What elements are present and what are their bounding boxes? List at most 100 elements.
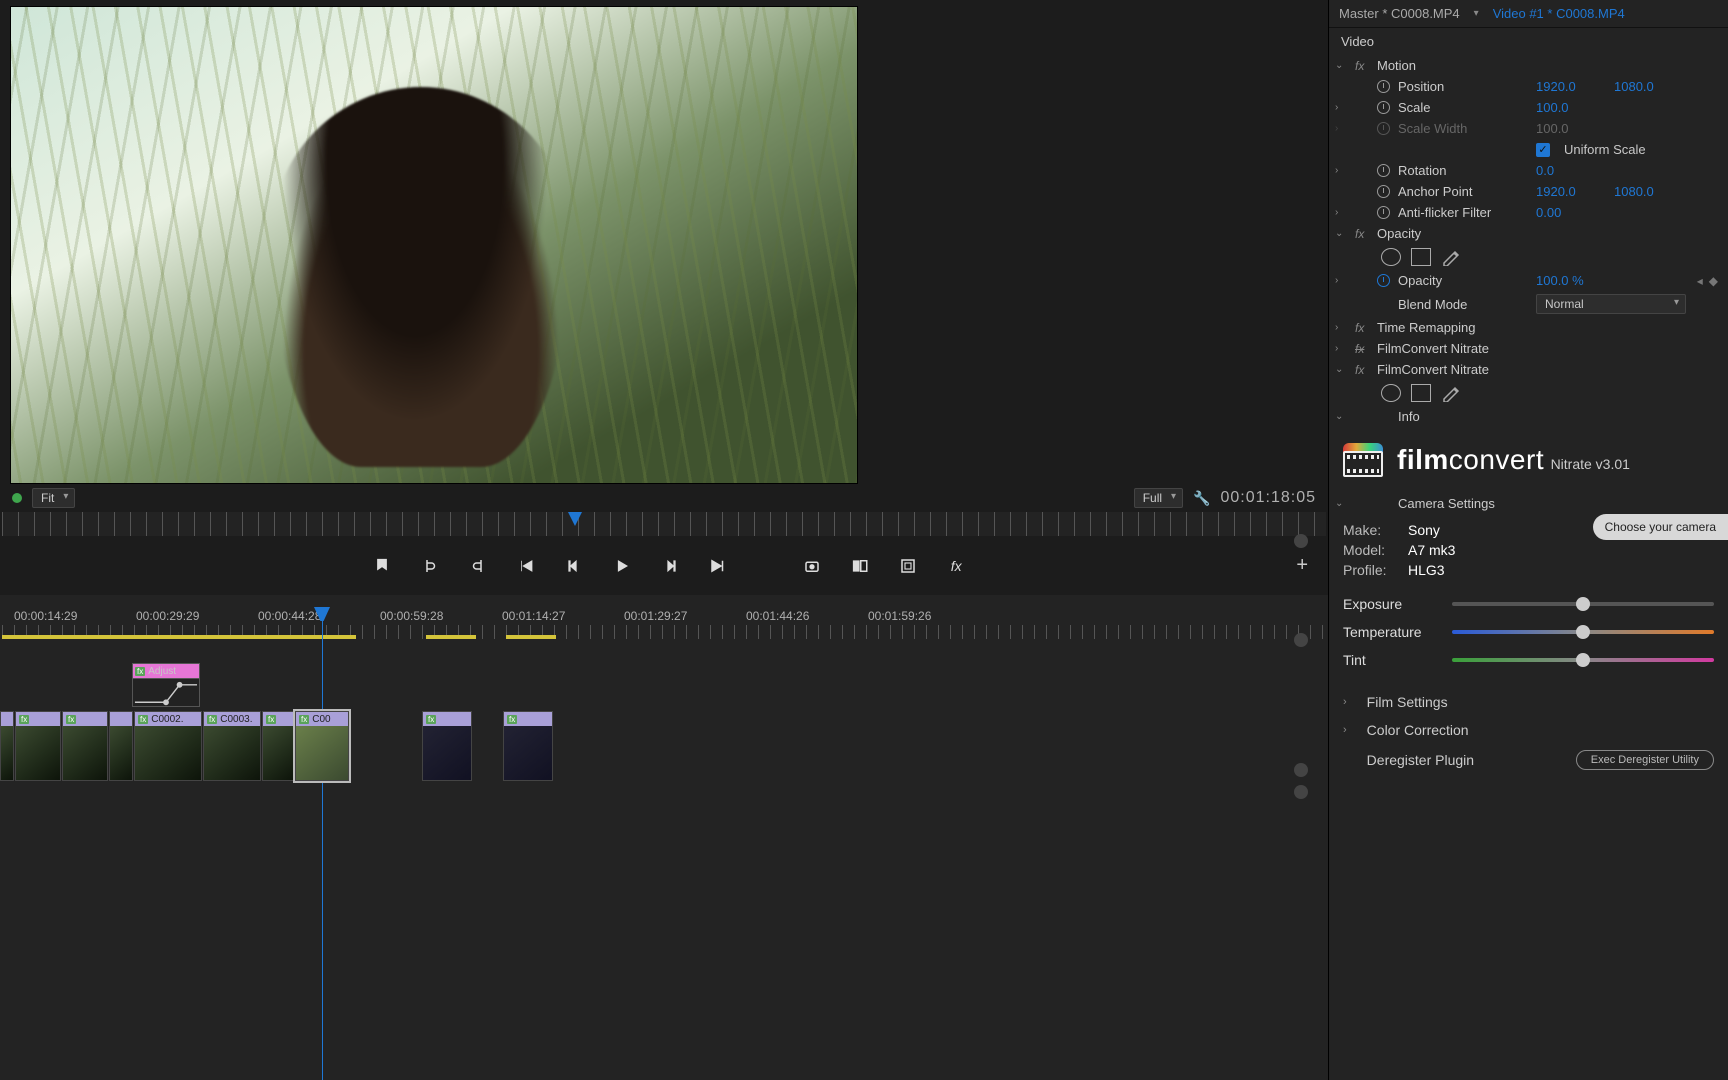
deregister-button[interactable]: Exec Deregister Utility	[1576, 750, 1714, 770]
pen-mask-button[interactable]	[1441, 384, 1461, 402]
keyframe-toggle[interactable]	[1377, 185, 1390, 198]
slider-thumb[interactable]	[1576, 653, 1590, 667]
value-scale[interactable]: 100.0	[1536, 100, 1596, 115]
effect-controls-panel[interactable]: Master * C0008.MP4 ▾ Video #1 * C0008.MP…	[1328, 0, 1728, 1080]
scroll-handle[interactable]	[1294, 534, 1308, 548]
fx-button[interactable]: fx	[945, 555, 967, 577]
step-back-button[interactable]	[563, 555, 585, 577]
zoom-dropdown[interactable]: Fit	[32, 488, 75, 508]
keyframe-toggle[interactable]	[1377, 164, 1390, 177]
safe-margins-button[interactable]	[897, 555, 919, 577]
value-opacity[interactable]: 100.0 %	[1536, 273, 1596, 288]
workarea-seg[interactable]	[2, 635, 356, 639]
twirl-icon[interactable]: ⌄	[1335, 411, 1347, 422]
effect-time-remapping[interactable]: Time Remapping	[1377, 320, 1718, 335]
fx-icon[interactable]: fx	[1355, 227, 1369, 241]
clip-opacity-curve[interactable]	[133, 678, 199, 708]
video-clip[interactable]: fx	[422, 711, 472, 781]
timeline-panel[interactable]: 00:00:14:29 00:00:29:29 00:00:44:28 00:0…	[0, 595, 1328, 1080]
tab-clip[interactable]: Video #1 * C0008.MP4	[1493, 6, 1625, 21]
workarea-seg[interactable]	[506, 635, 556, 639]
keyframe-toggle-active[interactable]	[1377, 274, 1390, 287]
uniform-scale-checkbox[interactable]: ✓	[1536, 143, 1550, 157]
fx-icon[interactable]: fx	[1355, 59, 1369, 73]
video-clip[interactable]: fxC0002.	[134, 711, 202, 781]
fx-icon[interactable]: fx	[1355, 363, 1369, 377]
go-to-in-button[interactable]	[515, 555, 537, 577]
export-frame-button[interactable]	[801, 555, 823, 577]
effect-filmconvert-b[interactable]: FilmConvert Nitrate	[1377, 362, 1718, 377]
twirl-icon[interactable]: ⌄	[1335, 228, 1347, 239]
tint-slider[interactable]	[1452, 658, 1714, 662]
video-clip[interactable]: fx	[262, 711, 294, 781]
adjustment-layer-clip[interactable]: fxAdjust	[132, 663, 200, 707]
resolution-dropdown[interactable]: Full	[1134, 488, 1183, 508]
mark-out-button[interactable]	[467, 555, 489, 577]
value-rotation[interactable]: 0.0	[1536, 163, 1596, 178]
section-camera-settings[interactable]: Camera Settings	[1398, 496, 1718, 511]
program-monitor[interactable]	[10, 6, 858, 484]
slider-thumb[interactable]	[1576, 625, 1590, 639]
twirl-icon[interactable]: ›	[1335, 322, 1347, 333]
value-anchor-x[interactable]: 1920.0	[1536, 184, 1596, 199]
exposure-slider[interactable]	[1452, 602, 1714, 606]
twirl-icon[interactable]: ›	[1343, 696, 1347, 708]
time-ruler[interactable]: 00:00:14:29 00:00:29:29 00:00:44:28 00:0…	[2, 609, 1326, 639]
fx-icon[interactable]: fx	[1355, 321, 1369, 335]
value-antiflicker[interactable]: 0.00	[1536, 205, 1596, 220]
track-scroll-handle[interactable]	[1294, 785, 1308, 799]
value-anchor-y[interactable]: 1080.0	[1614, 184, 1654, 199]
video-clip[interactable]: fx	[503, 711, 553, 781]
button-editor-button[interactable]: +	[1296, 554, 1308, 577]
play-button[interactable]	[611, 555, 633, 577]
twirl-icon[interactable]: ›	[1335, 165, 1347, 176]
step-forward-button[interactable]	[659, 555, 681, 577]
program-timecode[interactable]: 00:01:18:05	[1220, 489, 1316, 507]
twirl-icon[interactable]: ⌄	[1335, 364, 1347, 375]
track-scroll-handle[interactable]	[1294, 763, 1308, 777]
video-track[interactable]: fx fx fxC0002. fxC0003. fx fxC00 fx fx	[0, 711, 554, 781]
twirl-icon[interactable]: ›	[1335, 102, 1347, 113]
twirl-icon[interactable]: ›	[1335, 207, 1347, 218]
blend-mode-dropdown[interactable]: Normal	[1536, 294, 1686, 314]
ellipse-mask-button[interactable]	[1381, 248, 1401, 266]
comparison-view-button[interactable]	[849, 555, 871, 577]
video-clip[interactable]	[0, 711, 14, 781]
rect-mask-button[interactable]	[1411, 384, 1431, 402]
settings-icon[interactable]: 🔧	[1193, 490, 1210, 507]
video-clip[interactable]: fx	[62, 711, 108, 781]
slider-thumb[interactable]	[1576, 597, 1590, 611]
choose-camera-button[interactable]: Choose your camera	[1593, 514, 1728, 540]
mark-in-button[interactable]	[419, 555, 441, 577]
fx-bypass-icon[interactable]: fx	[1355, 342, 1369, 356]
go-to-out-button[interactable]	[707, 555, 729, 577]
twirl-icon[interactable]: ›	[1343, 724, 1347, 736]
track-scroll-handle[interactable]	[1294, 633, 1308, 647]
value-position-y[interactable]: 1080.0	[1614, 79, 1654, 94]
value-position-x[interactable]: 1920.0	[1536, 79, 1596, 94]
video-clip[interactable]: fx	[15, 711, 61, 781]
workarea-seg[interactable]	[426, 635, 476, 639]
effect-filmconvert-a[interactable]: FilmConvert Nitrate	[1377, 341, 1718, 356]
rect-mask-button[interactable]	[1411, 248, 1431, 266]
twirl-icon[interactable]: ⌄	[1335, 60, 1347, 71]
effect-motion[interactable]: Motion	[1377, 58, 1507, 73]
keyframe-toggle[interactable]	[1377, 101, 1390, 114]
twirl-icon[interactable]: ›	[1335, 275, 1347, 286]
section-film-settings[interactable]: Film Settings	[1367, 694, 1448, 710]
prev-keyframe-button[interactable]: ◂	[1697, 274, 1703, 288]
keyframe-toggle[interactable]	[1377, 206, 1390, 219]
temperature-slider[interactable]	[1452, 630, 1714, 634]
section-color-correction[interactable]: Color Correction	[1367, 722, 1469, 738]
twirl-icon[interactable]: ›	[1335, 343, 1347, 354]
twirl-icon[interactable]: ⌄	[1335, 498, 1347, 509]
video-clip-selected[interactable]: fxC00	[295, 711, 349, 781]
chevron-down-icon[interactable]: ▾	[1474, 8, 1479, 19]
program-scrubber[interactable]	[2, 512, 1326, 536]
effect-opacity[interactable]: Opacity	[1377, 226, 1507, 241]
tab-master[interactable]: Master * C0008.MP4	[1339, 6, 1460, 21]
pen-mask-button[interactable]	[1441, 248, 1461, 266]
section-info[interactable]: Info	[1398, 409, 1528, 424]
add-marker-button[interactable]	[371, 555, 393, 577]
add-keyframe-button[interactable]: ◆	[1709, 274, 1718, 288]
